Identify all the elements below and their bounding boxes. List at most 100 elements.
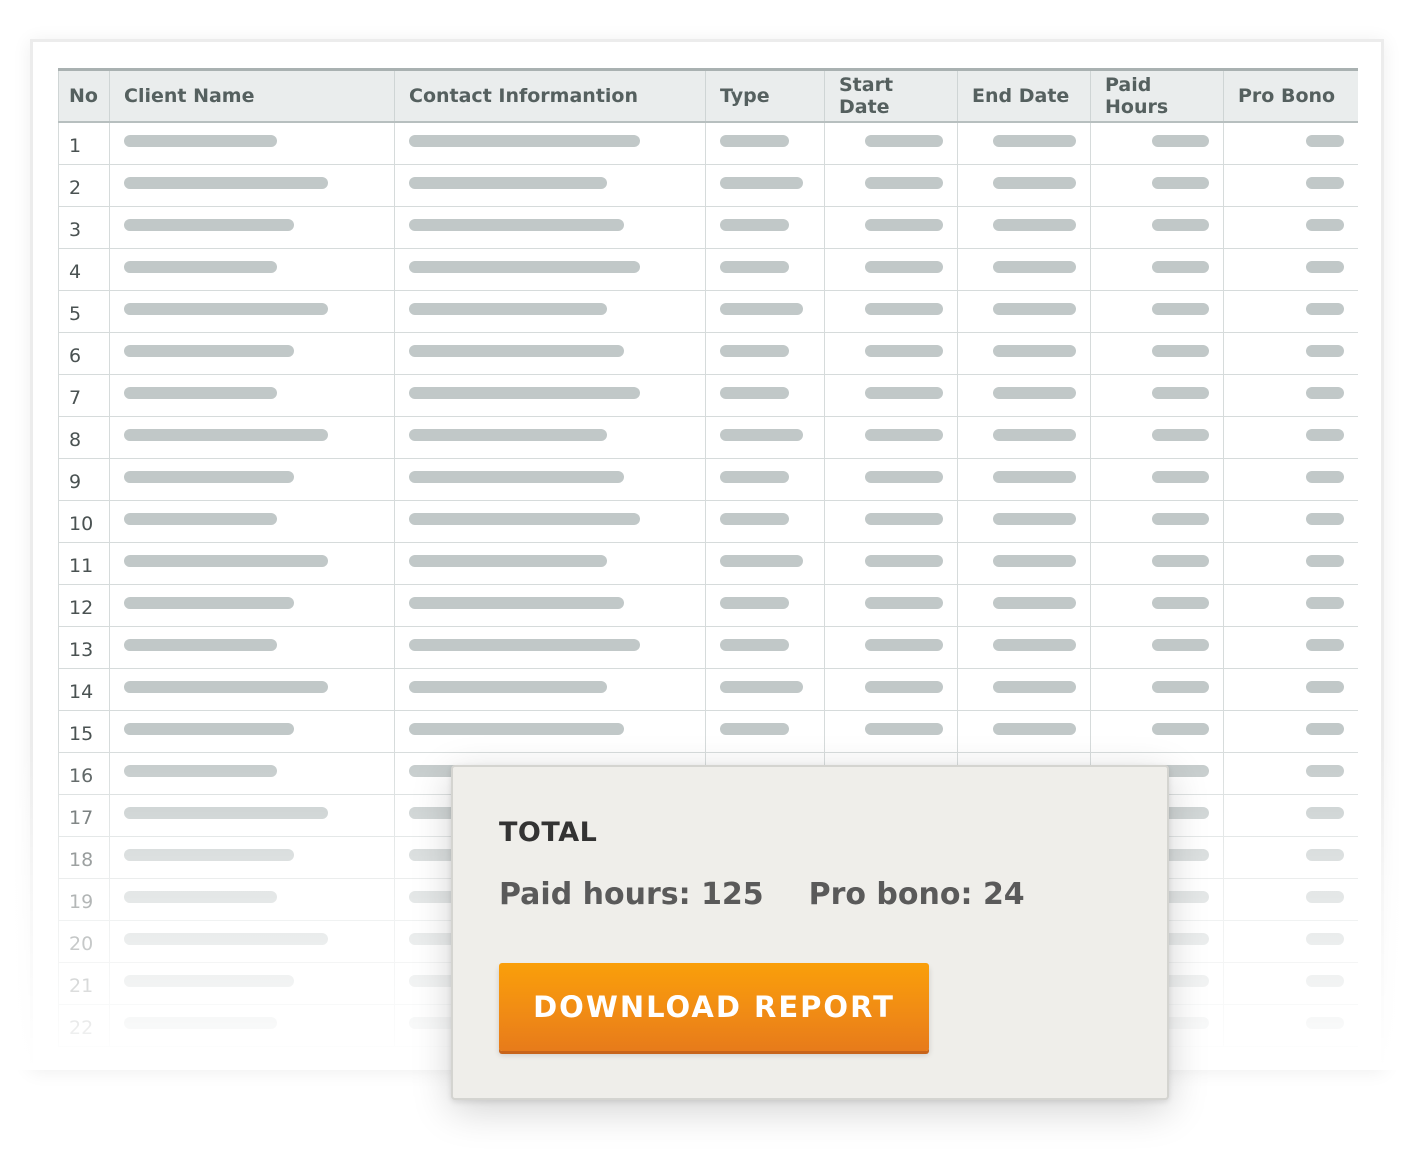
column-header-client-name[interactable]: Client Name [109, 68, 395, 123]
cell-type [705, 331, 825, 375]
table-row[interactable]: 1 [58, 121, 1358, 165]
cell-start-date [824, 415, 958, 459]
column-header-type[interactable]: Type [705, 68, 825, 123]
placeholder-bar [720, 345, 789, 357]
placeholder-bar [409, 429, 607, 441]
placeholder-bar [720, 135, 789, 148]
cell-start-date [824, 457, 958, 501]
cell-client-name [109, 373, 395, 417]
placeholder-bar [1152, 681, 1209, 693]
column-header-no[interactable]: No [58, 68, 110, 123]
table-row[interactable]: 12 [58, 583, 1358, 627]
cell-paid-hours [1090, 499, 1224, 543]
cell-start-date [824, 709, 958, 753]
table-row[interactable]: 14 [58, 667, 1358, 711]
cell-client-name [109, 499, 395, 543]
table-row[interactable]: 10 [58, 499, 1358, 543]
placeholder-bar [1306, 639, 1344, 651]
column-header-pro-bono[interactable]: Pro Bono [1223, 68, 1358, 123]
cell-type [705, 289, 825, 333]
table-row[interactable]: 6 [58, 331, 1358, 375]
placeholder-bar [993, 681, 1076, 693]
table-row[interactable]: 15 [58, 709, 1358, 753]
download-report-button[interactable]: DOWNLOAD REPORT [499, 963, 929, 1051]
row-number: 2 [58, 163, 110, 207]
cell-type [705, 583, 825, 627]
cell-contact-information [394, 373, 706, 417]
row-number: 16 [58, 751, 110, 795]
cell-type [705, 121, 825, 165]
row-number: 7 [58, 373, 110, 417]
row-number: 11 [58, 541, 110, 585]
table-row[interactable]: 2 [58, 163, 1358, 207]
placeholder-bar [409, 219, 624, 231]
table-row[interactable]: 5 [58, 289, 1358, 333]
placeholder-bar [1306, 471, 1344, 483]
table-row[interactable]: 7 [58, 373, 1358, 417]
cell-client-name [109, 877, 395, 921]
cell-pro-bono [1223, 205, 1358, 249]
placeholder-bar [1152, 345, 1209, 357]
column-header-start-date[interactable]: Start Date [824, 68, 958, 123]
cell-end-date [957, 457, 1091, 501]
table-row[interactable]: 13 [58, 625, 1358, 669]
cell-pro-bono [1223, 961, 1358, 1005]
paid-hours-value: 125 [701, 877, 764, 912]
cell-type [705, 373, 825, 417]
placeholder-bar [1152, 135, 1209, 148]
table-row[interactable]: 3 [58, 205, 1358, 249]
table-row[interactable]: 11 [58, 541, 1358, 585]
column-header-paid-hours[interactable]: Paid Hours [1090, 68, 1224, 123]
placeholder-bar [1152, 303, 1209, 315]
cell-client-name [109, 709, 395, 753]
cell-paid-hours [1090, 247, 1224, 291]
cell-end-date [957, 121, 1091, 165]
cell-pro-bono [1223, 877, 1358, 921]
cell-type [705, 205, 825, 249]
cell-contact-information [394, 121, 706, 165]
placeholder-bar [865, 513, 943, 525]
row-number: 14 [58, 667, 110, 711]
placeholder-bar [1306, 135, 1344, 148]
row-number: 3 [58, 205, 110, 249]
placeholder-bar [993, 387, 1076, 399]
row-number: 6 [58, 331, 110, 375]
cell-pro-bono [1223, 751, 1358, 795]
cell-start-date [824, 541, 958, 585]
placeholder-bar [124, 261, 277, 273]
table-row[interactable]: 9 [58, 457, 1358, 501]
column-header-end-date[interactable]: End Date [957, 68, 1091, 123]
cell-start-date [824, 121, 958, 165]
placeholder-bar [865, 597, 943, 609]
placeholder-bar [409, 681, 607, 693]
cell-end-date [957, 709, 1091, 753]
column-header-contact-information[interactable]: Contact Informantion [394, 68, 706, 123]
cell-pro-bono [1223, 835, 1358, 879]
cell-contact-information [394, 289, 706, 333]
placeholder-bar [1306, 933, 1344, 945]
cell-pro-bono [1223, 373, 1358, 417]
placeholder-bar [865, 303, 943, 315]
cell-pro-bono [1223, 457, 1358, 501]
cell-end-date [957, 415, 1091, 459]
cell-pro-bono [1223, 793, 1358, 837]
placeholder-bar [1306, 723, 1344, 735]
row-number: 19 [58, 877, 110, 921]
cell-client-name [109, 751, 395, 795]
table-row[interactable]: 4 [58, 247, 1358, 291]
table-row[interactable]: 8 [58, 415, 1358, 459]
paid-hours-label: Paid hours: [499, 877, 691, 912]
placeholder-bar [1152, 639, 1209, 651]
cell-client-name [109, 541, 395, 585]
cell-start-date [824, 289, 958, 333]
cell-pro-bono [1223, 415, 1358, 459]
placeholder-bar [720, 555, 803, 567]
cell-client-name [109, 625, 395, 669]
row-number: 1 [58, 121, 110, 165]
placeholder-bar [124, 597, 294, 609]
cell-end-date [957, 499, 1091, 543]
placeholder-bar [1306, 513, 1344, 525]
totals-stats: Paid hours: 125 Pro bono: 24 [499, 877, 1025, 912]
cell-paid-hours [1090, 625, 1224, 669]
cell-pro-bono [1223, 709, 1358, 753]
